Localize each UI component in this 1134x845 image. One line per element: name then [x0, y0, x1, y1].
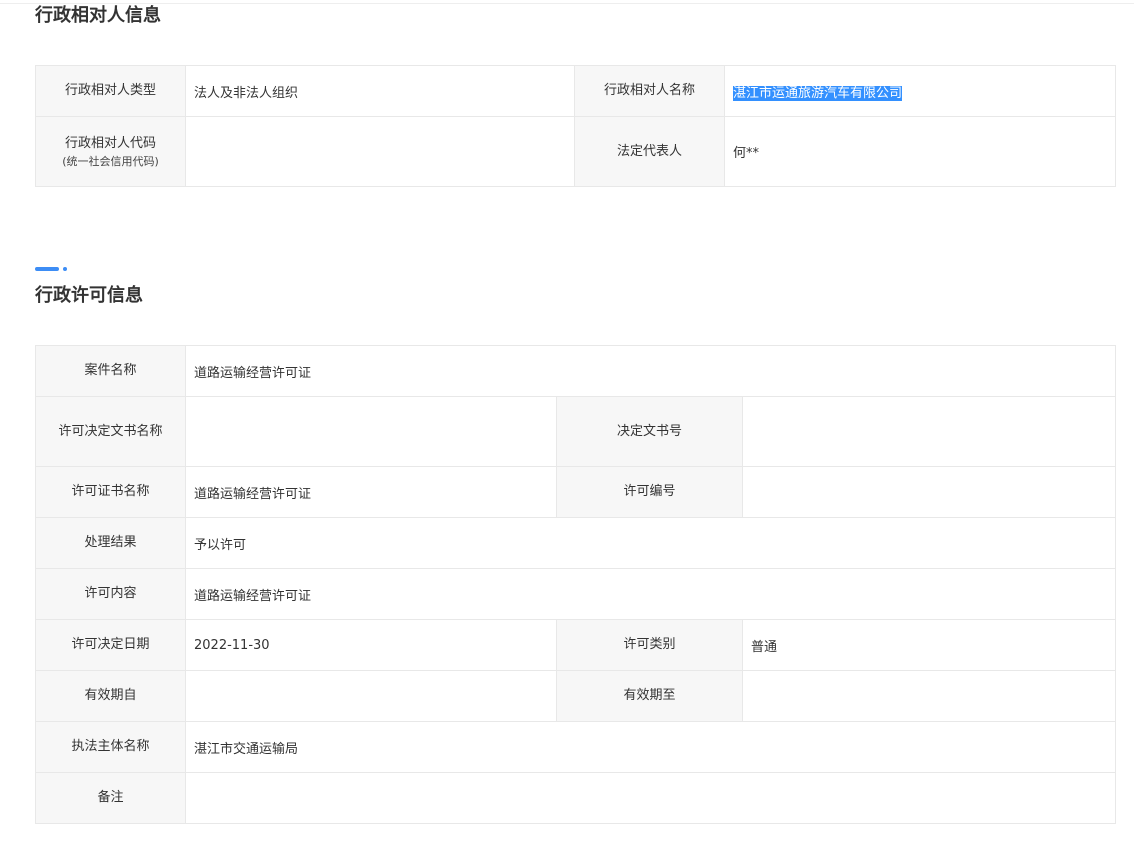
party-code-sublabel: (统一社会信用代码) [62, 154, 159, 168]
table-row: 备注 [35, 772, 1116, 824]
table-row: 许可证书名称 道路运输经营许可证 许可编号 [35, 466, 1116, 518]
category-label: 许可类别 [556, 619, 743, 671]
result-label: 处理结果 [35, 517, 186, 569]
party-code-label: 行政相对人代码 [64, 135, 156, 151]
section-accent-bar [35, 267, 59, 271]
remarks-label: 备注 [35, 772, 186, 824]
party-type-value: 法人及非法人组织 [185, 65, 575, 117]
cert-name-label: 许可证书名称 [35, 466, 186, 518]
content-value: 道路运输经营许可证 [185, 568, 1116, 620]
result-value: 予以许可 [185, 517, 1116, 569]
valid-from-label: 有效期自 [35, 670, 186, 722]
table-row: 行政相对人代码 (统一社会信用代码) 法定代表人 何** [35, 116, 1116, 187]
table-row: 处理结果 予以许可 [35, 517, 1116, 569]
license-info-table: 案件名称 道路运输经营许可证 许可决定文书名称 决定文书号 许可证书名称 道路运… [35, 345, 1116, 824]
top-divider [0, 3, 1134, 4]
authority-value: 湛江市交通运输局 [185, 721, 1116, 773]
section-accent-dot [63, 267, 67, 271]
authority-label: 执法主体名称 [35, 721, 186, 773]
table-row: 许可内容 道路运输经营许可证 [35, 568, 1116, 620]
party-name-cell: 湛江市运通旅游汽车有限公司 [724, 65, 1116, 117]
license-no-value [742, 466, 1116, 518]
license-section-title: 行政许可信息 [35, 285, 143, 306]
table-row: 有效期自 有效期至 [35, 670, 1116, 722]
cert-name-value: 道路运输经营许可证 [185, 466, 557, 518]
license-no-label: 许可编号 [556, 466, 743, 518]
valid-to-value [742, 670, 1116, 722]
content-label: 许可内容 [35, 568, 186, 620]
valid-from-value [185, 670, 557, 722]
party-code-label-cell: 行政相对人代码 (统一社会信用代码) [35, 116, 186, 187]
remarks-value [185, 772, 1116, 824]
valid-to-label: 有效期至 [556, 670, 743, 722]
decision-doc-name-value [185, 396, 557, 467]
party-type-label: 行政相对人类型 [35, 65, 186, 117]
party-code-value [185, 116, 575, 187]
decision-doc-no-label: 决定文书号 [556, 396, 743, 467]
decision-date-label: 许可决定日期 [35, 619, 186, 671]
party-info-table: 行政相对人类型 法人及非法人组织 行政相对人名称 湛江市运通旅游汽车有限公司 行… [35, 65, 1116, 187]
decision-doc-name-label: 许可决定文书名称 [35, 396, 186, 467]
decision-doc-no-value [742, 396, 1116, 467]
case-name-label: 案件名称 [35, 345, 186, 397]
table-row: 许可决定日期 2022-11-30 许可类别 普通 [35, 619, 1116, 671]
decision-date-value: 2022-11-30 [185, 619, 557, 671]
party-name-label: 行政相对人名称 [574, 65, 725, 117]
party-section-title: 行政相对人信息 [35, 5, 161, 26]
table-row: 行政相对人类型 法人及非法人组织 行政相对人名称 湛江市运通旅游汽车有限公司 [35, 65, 1116, 117]
legal-rep-label: 法定代表人 [574, 116, 725, 187]
category-value: 普通 [742, 619, 1116, 671]
legal-rep-value: 何** [724, 116, 1116, 187]
case-name-value: 道路运输经营许可证 [185, 345, 1116, 397]
table-row: 许可决定文书名称 决定文书号 [35, 396, 1116, 467]
table-row: 执法主体名称 湛江市交通运输局 [35, 721, 1116, 773]
table-row: 案件名称 道路运输经营许可证 [35, 345, 1116, 397]
party-name-value[interactable]: 湛江市运通旅游汽车有限公司 [733, 85, 903, 101]
